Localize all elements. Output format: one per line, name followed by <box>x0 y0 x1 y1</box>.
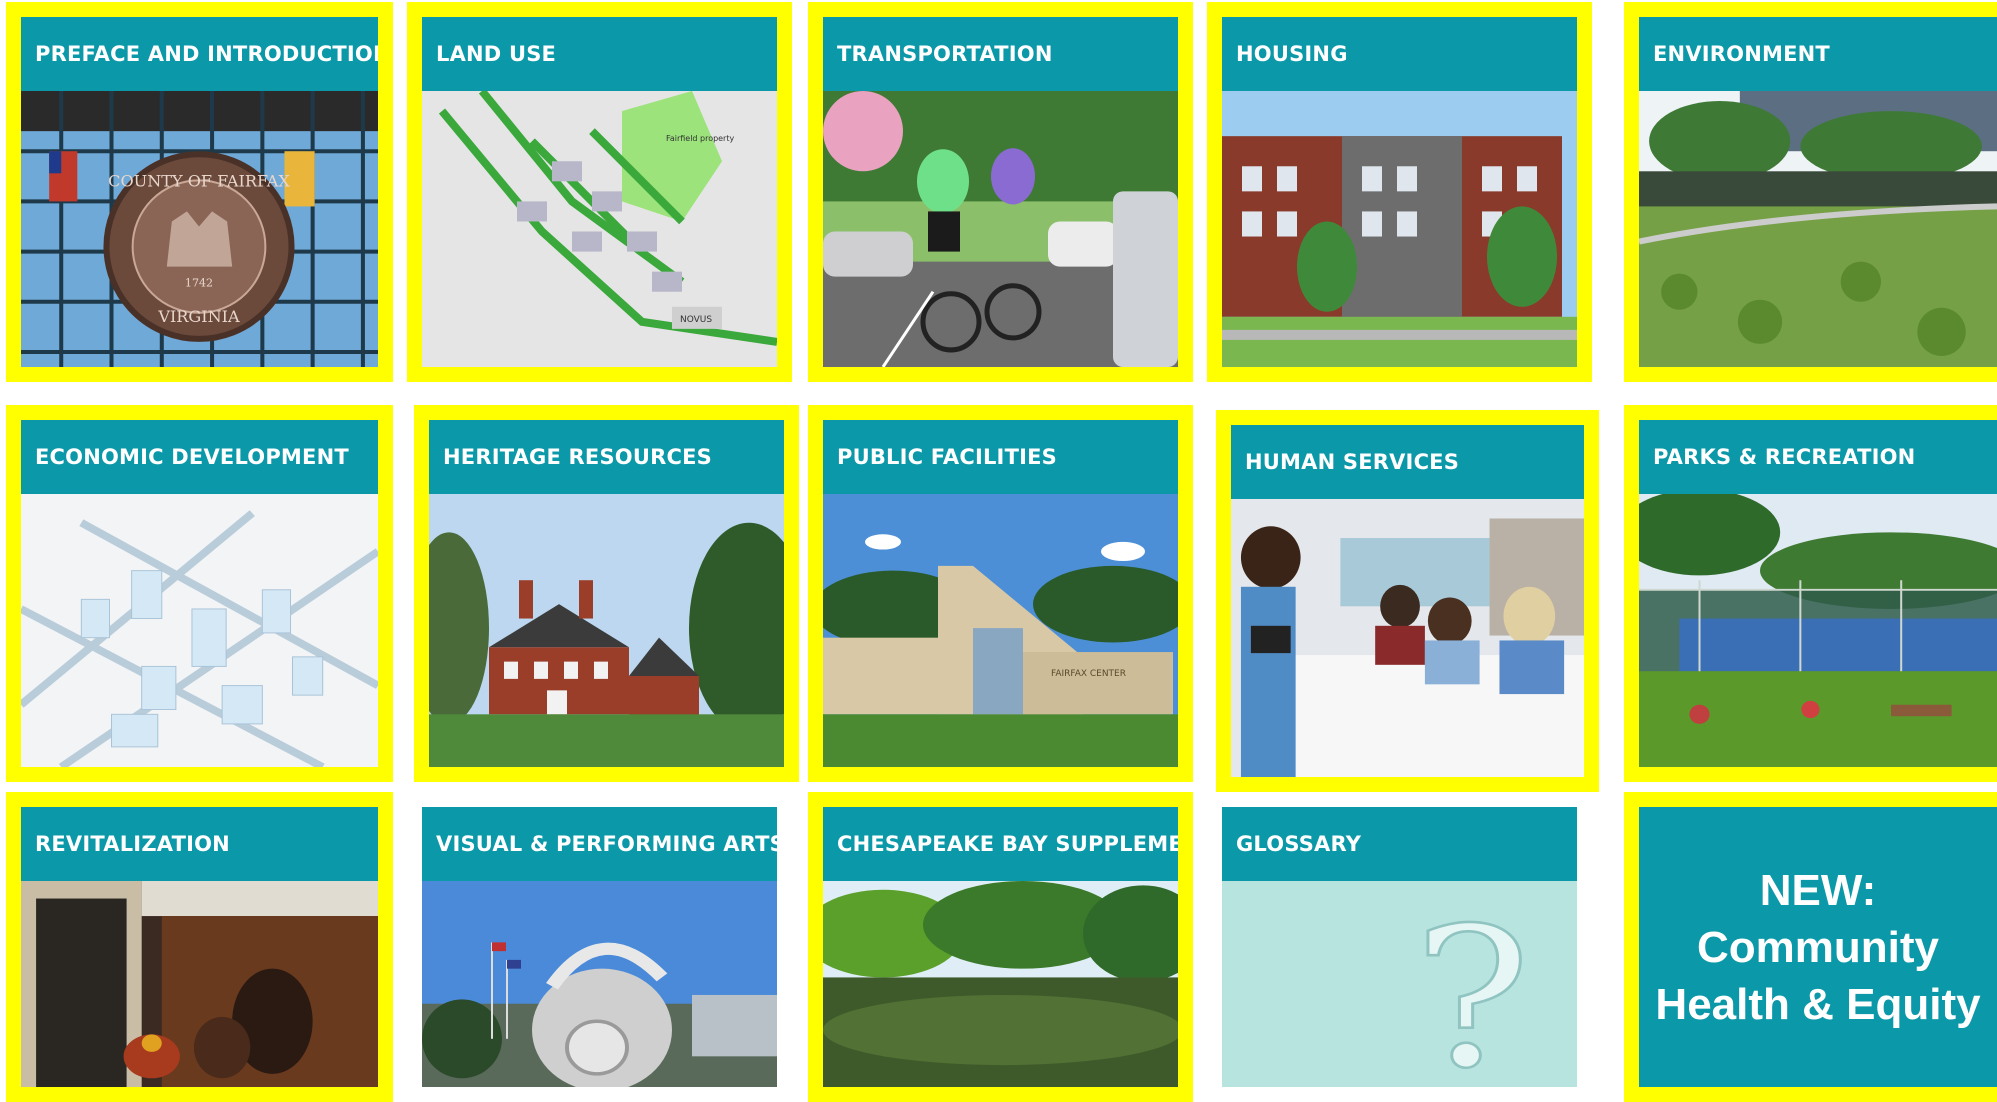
tile-title: HOUSING <box>1222 17 1577 91</box>
tile-title: PUBLIC FACILITIES <box>823 420 1178 494</box>
tile-economic-development[interactable]: ECONOMIC DEVELOPMENT <box>6 405 393 782</box>
tile-title: GLOSSARY <box>1222 807 1577 881</box>
tile-visual-and-performing-arts[interactable]: VISUAL & PERFORMING ARTS <box>407 792 792 1102</box>
seal-top-text: COUNTY OF FAIRFAX <box>108 171 290 190</box>
townhouses-photo <box>1222 91 1577 367</box>
new-community-health-equity-label: NEW: Community Health & Equity <box>1639 807 1997 1087</box>
tile-title: CHESAPEAKE BAY SUPPLEMENT <box>823 807 1178 881</box>
tile-preface-and-introduction[interactable]: PREFACE AND INTRODUCTION COUNTY OF FAIRF… <box>6 2 393 382</box>
map-property-label: Fairfield property <box>666 134 734 143</box>
seal-year-text: 1742 <box>185 277 213 290</box>
tile-human-services[interactable]: HUMAN SERVICES <box>1216 410 1599 792</box>
office-meeting-photo <box>1231 499 1584 777</box>
tile-title: HUMAN SERVICES <box>1231 425 1584 499</box>
land-use-map: Fairfield property NOVUS <box>422 91 777 367</box>
county-seal-photo: COUNTY OF FAIRFAX VIRGINIA 1742 <box>21 91 378 367</box>
tile-title: VISUAL & PERFORMING ARTS <box>422 807 777 881</box>
tile-heritage-resources[interactable]: HERITAGE RESOURCES <box>414 405 799 782</box>
tile-title: REVITALIZATION <box>21 807 378 881</box>
historic-house-photo <box>429 494 784 767</box>
tile-public-facilities[interactable]: PUBLIC FACILITIES FAIRFAX CENTER <box>808 405 1193 782</box>
tile-title: ENVIRONMENT <box>1639 17 1997 91</box>
map-novus-label: NOVUS <box>680 315 712 325</box>
government-center-photo: FAIRFAX CENTER <box>823 494 1178 767</box>
tile-title: ECONOMIC DEVELOPMENT <box>21 420 378 494</box>
tile-title: LAND USE <box>422 17 777 91</box>
svg-text:?: ? <box>1413 886 1531 1087</box>
green-roof-photo <box>1639 91 1997 367</box>
tile-title: PARKS & RECREATION <box>1639 420 1997 494</box>
seal-bottom-text: VIRGINIA <box>157 307 240 326</box>
tile-land-use[interactable]: LAND USE Fairfield property NOVUS <box>407 2 792 382</box>
tile-title: PREFACE AND INTRODUCTION <box>21 17 378 91</box>
storefront-photo <box>21 881 378 1087</box>
tile-environment[interactable]: ENVIRONMENT <box>1624 2 1997 382</box>
city-model-illustration <box>21 494 378 767</box>
tile-community-health-and-equity[interactable]: NEW: Community Health & Equity <box>1624 792 1997 1102</box>
cyclists-photo <box>823 91 1178 367</box>
tile-chesapeake-bay-supplement[interactable]: CHESAPEAKE BAY SUPPLEMENT <box>808 792 1193 1102</box>
tile-title: HERITAGE RESOURCES <box>429 420 784 494</box>
new-label-line2: Community <box>1697 922 1939 972</box>
facility-sign-text: FAIRFAX CENTER <box>1051 669 1126 679</box>
tile-parks-and-recreation[interactable]: PARKS & RECREATION <box>1624 405 1997 782</box>
pond-photo <box>823 881 1178 1087</box>
tile-housing[interactable]: HOUSING <box>1207 2 1592 382</box>
tile-title: TRANSPORTATION <box>823 17 1178 91</box>
park-courts-photo <box>1639 494 1997 767</box>
tile-glossary[interactable]: GLOSSARY ? <box>1207 792 1592 1102</box>
question-mark-icon: ? <box>1222 881 1577 1087</box>
new-label-line3: Health & Equity <box>1655 979 1981 1029</box>
tile-transportation[interactable]: TRANSPORTATION <box>808 2 1193 382</box>
new-label-line1: NEW: <box>1759 865 1877 915</box>
tile-revitalization[interactable]: REVITALIZATION <box>6 792 393 1102</box>
sculpture-photo <box>422 881 777 1087</box>
